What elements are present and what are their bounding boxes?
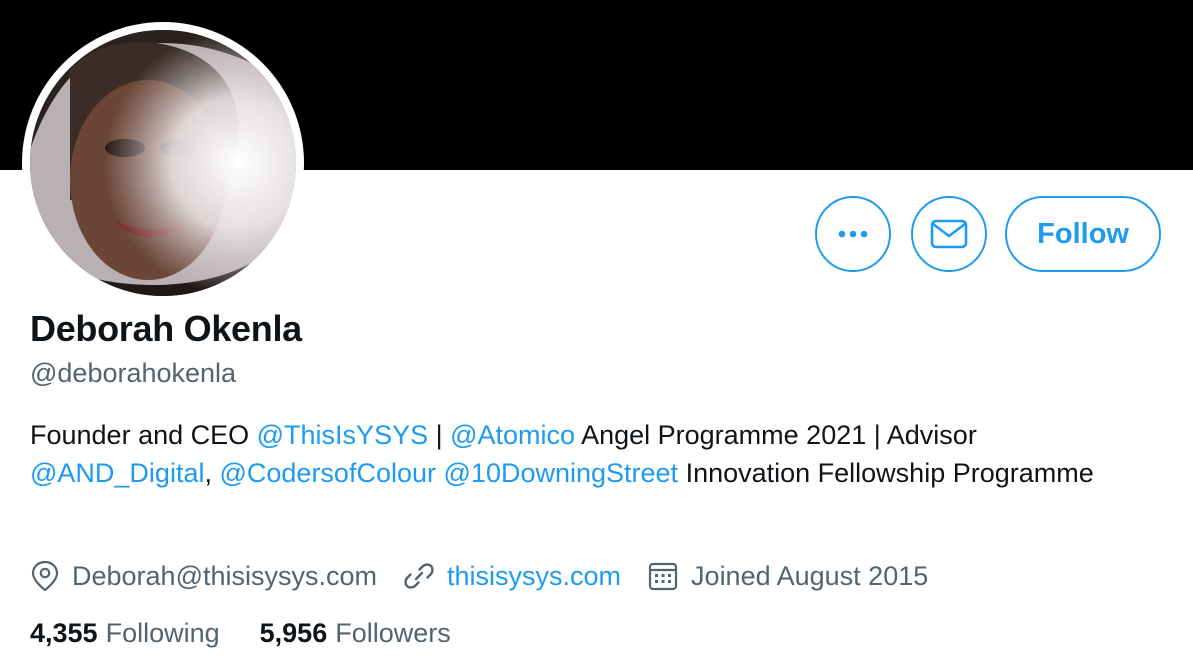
followers-label: Followers (335, 618, 451, 648)
following-label: Following (105, 618, 220, 648)
following-link[interactable]: 4,355 Following (30, 618, 220, 649)
meta-joined: Joined August 2015 (647, 560, 928, 592)
bio-mention-link[interactable]: @10DowningStreet (444, 458, 679, 488)
bio-text: Angel Programme 2021 | Advisor (575, 420, 977, 450)
website-link[interactable]: thisisysys.com (447, 561, 621, 592)
profile-stats: 4,355 Following 5,956 Followers (30, 618, 491, 649)
avatar-border (22, 22, 304, 304)
profile-actions: Follow (795, 194, 1161, 274)
bio-text: | (428, 420, 451, 450)
bio-mention-link[interactable]: @AND_Digital (30, 458, 204, 488)
more-button[interactable] (815, 196, 892, 272)
meta-website[interactable]: thisisysys.com (403, 560, 621, 592)
link-icon (404, 563, 434, 589)
profile-bio: Founder and CEO @ThisIsYSYS | @Atomico A… (30, 416, 1140, 492)
followers-link[interactable]: 5,956 Followers (260, 618, 451, 649)
following-count: 4,355 (30, 618, 98, 648)
followers-count: 5,956 (259, 618, 328, 648)
avatar[interactable] (30, 30, 296, 296)
bio-text: Founder and CEO (30, 420, 257, 450)
profile-meta: Deborah@thisisysys.com thisisysys.com Jo… (30, 554, 954, 598)
location-pin-icon (31, 560, 59, 592)
location-text: Deborah@thisisysys.com (72, 560, 378, 591)
bio-text (436, 458, 444, 488)
envelope-icon (930, 219, 968, 249)
message-button[interactable] (911, 196, 988, 272)
profile-name: Deborah Okenla (30, 308, 302, 349)
avatar-photo (30, 30, 296, 296)
bio-mention-link[interactable]: @Atomico (450, 420, 575, 450)
bio-text: , (204, 458, 220, 488)
bio-mention-link[interactable]: @CodersofColour (219, 458, 436, 488)
profile-handle: @deborahokenla (30, 358, 237, 388)
follow-button[interactable]: Follow (1005, 196, 1161, 272)
profile-page: Follow Deborah Okenla @deborahokenla Fou… (0, 0, 1193, 666)
more-horizontal-icon (838, 230, 868, 238)
joined-text: Joined August 2015 (691, 560, 929, 591)
meta-location: Deborah@thisisysys.com (30, 560, 377, 592)
calendar-icon (648, 562, 678, 591)
bio-text: Innovation Fellowship Programme (678, 458, 1094, 488)
bio-mention-link[interactable]: @ThisIsYSYS (257, 420, 428, 450)
